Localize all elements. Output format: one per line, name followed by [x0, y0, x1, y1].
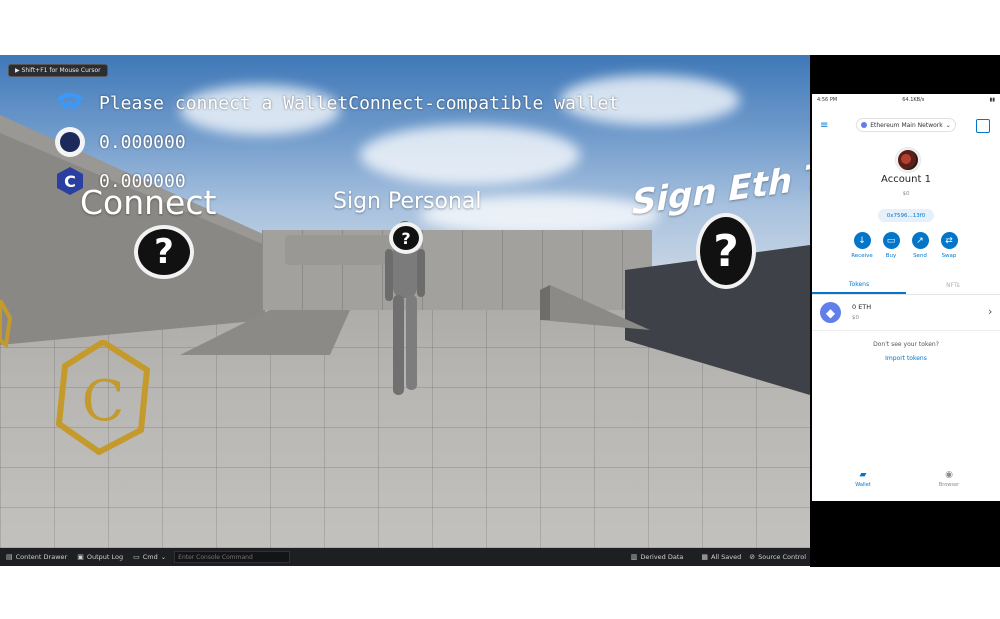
connect-trigger-icon[interactable]: ? — [134, 225, 194, 279]
token-row-eth[interactable]: ◆ 0 ETH $0 › — [812, 295, 1000, 331]
walletconnect-icon — [55, 88, 85, 118]
token-fiat: $0 — [852, 315, 859, 321]
crypto-com-icon — [55, 127, 85, 157]
database-icon: ▥ — [630, 553, 638, 561]
buy-button[interactable]: ▭ Buy — [878, 232, 904, 259]
sign-personal-label: Sign Personal — [333, 189, 482, 214]
account-address[interactable]: 0x7596...13f0 — [878, 209, 934, 222]
account-name[interactable]: Account 1 — [812, 174, 1000, 185]
phone-status-bar: 4:56 PM 64.1KB/s ▮▮ — [812, 94, 1000, 106]
arrow-down-icon: ↓ — [853, 232, 871, 249]
arrow-up-right-icon: ↗ — [911, 232, 929, 249]
derived-data-button[interactable]: ▥ Derived Data — [631, 553, 684, 561]
ramp-right — [540, 285, 650, 330]
wallet-tabs: Tokens NFTs — [812, 276, 1000, 295]
content-drawer-button[interactable]: ▤ Content Drawer — [6, 553, 67, 561]
all-saved-button[interactable]: ▦ All Saved — [701, 553, 741, 561]
walletconnect-prompt: Please connect a WalletConnect-compatibl… — [99, 92, 620, 114]
bottom-navigation: ▰ Wallet ◉ Browser — [812, 466, 1000, 496]
svg-text:C: C — [82, 369, 125, 434]
sign-eth-trigger-icon[interactable]: ? — [696, 213, 756, 289]
import-tokens-link[interactable]: Import tokens — [812, 355, 1000, 362]
status-network-speed: 64.1KB/s — [902, 97, 925, 103]
swap-icon: ⇄ — [940, 232, 958, 249]
chevron-down-icon: ⌄ — [945, 121, 951, 129]
status-time: 4:56 PM — [817, 97, 838, 103]
cmd-dropdown[interactable]: ▭ Cmd ⌄ — [133, 553, 166, 561]
chevron-right-icon: › — [988, 305, 993, 318]
source-control-button[interactable]: ⊘ Source Control — [749, 553, 806, 561]
ethereum-icon: ◆ — [820, 302, 841, 323]
token-hint: Don't see your token? — [873, 341, 939, 348]
menu-icon[interactable]: ≡ — [820, 120, 828, 131]
nav-wallet[interactable]: ▰ Wallet — [843, 470, 883, 488]
output-log-button[interactable]: ▣ Output Log — [77, 553, 123, 561]
account-avatar[interactable] — [896, 148, 920, 172]
terminal-icon: ▭ — [133, 553, 140, 561]
compass-icon: ◉ — [945, 470, 953, 480]
tab-tokens[interactable]: Tokens — [812, 276, 906, 294]
save-icon: ▦ — [701, 553, 709, 561]
svg-text:C: C — [64, 172, 76, 191]
hexagon-c-icon: C — [55, 166, 85, 196]
drawer-icon: ▤ — [6, 553, 13, 561]
chevron-down-icon: ⌄ — [160, 553, 167, 561]
ethereum-network-icon — [861, 122, 868, 128]
card-icon: ▭ — [882, 232, 900, 249]
tab-nfts[interactable]: NFTs — [906, 276, 1000, 294]
sign-personal-trigger-icon[interactable]: ? — [389, 222, 423, 254]
walletconnect-status: Please connect a WalletConnect-compatibl… — [55, 88, 619, 118]
network-selector[interactable]: Ethereum Main Network ⌄ — [856, 118, 956, 132]
editor-status-bar: ▤Content Drawer ▣Output Log ▭Cmd⌄ ▥Deriv… — [0, 548, 812, 566]
receive-button[interactable]: ↓ Receive — [849, 232, 875, 259]
log-icon: ▣ — [77, 553, 84, 561]
cro-balance: 0.000000 — [99, 131, 186, 153]
token-amount: 0 ETH — [852, 303, 872, 311]
wallet-icon: ▰ — [859, 470, 867, 480]
metamask-wallet-screen: 4:56 PM 64.1KB/s ▮▮ ≡ Ethereum Main Netw… — [812, 94, 1000, 501]
account-balance: $0 — [902, 191, 910, 197]
console-command-input[interactable] — [174, 551, 291, 563]
mouse-cursor-hint: ▶ Shift+F1 for Mouse Cursor — [8, 64, 108, 77]
scan-qr-icon[interactable] — [976, 119, 990, 133]
source-control-icon: ⊘ — [749, 553, 756, 561]
coin-edge — [0, 300, 13, 349]
c-coin-pickup: C — [55, 340, 150, 455]
battery-icon: ▮▮ — [989, 97, 995, 103]
game-viewport[interactable]: C Connect Sign Personal Sign Eth Tra ? ?… — [0, 55, 810, 548]
second-balance-row: C 0.000000 — [55, 166, 186, 196]
cro-balance-row: 0.000000 — [55, 127, 186, 157]
send-button[interactable]: ↗ Send — [907, 232, 933, 259]
swap-button[interactable]: ⇄ Swap — [936, 232, 962, 259]
nav-browser[interactable]: ◉ Browser — [929, 470, 969, 488]
ramp-left — [180, 310, 350, 355]
second-balance: 0.000000 — [99, 170, 186, 192]
